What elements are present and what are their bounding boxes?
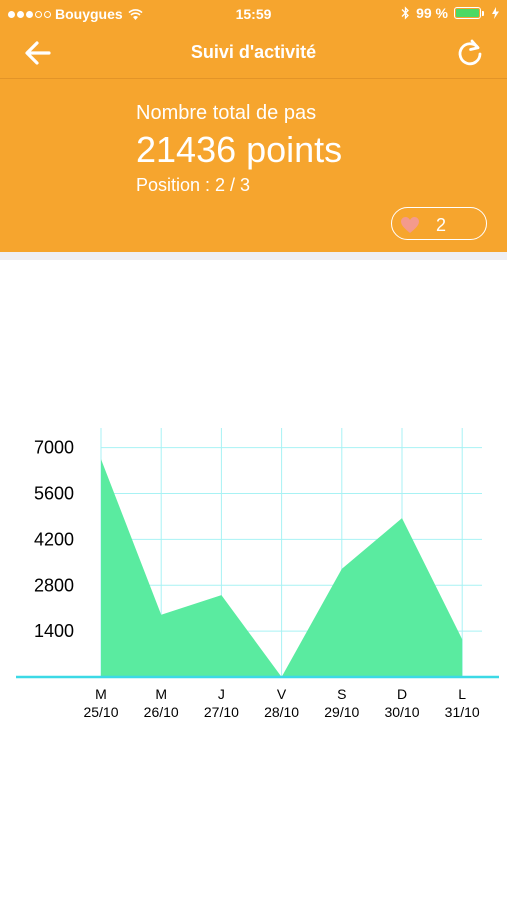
refresh-button[interactable] (455, 38, 485, 68)
battery-percent: 99 % (416, 5, 448, 21)
x-tick-day-label: J (218, 686, 225, 702)
x-tick-date-label: 26/10 (144, 704, 179, 720)
refresh-icon (458, 39, 482, 66)
x-tick-day-label: V (277, 686, 287, 702)
x-tick-date-label: 28/10 (264, 704, 299, 720)
heart-icon (401, 217, 419, 233)
y-tick-label: 5600 (34, 484, 74, 504)
x-tick-date-label: 29/10 (324, 704, 359, 720)
y-tick-label: 7000 (34, 438, 74, 458)
battery-icon (454, 7, 484, 19)
y-tick-label: 4200 (34, 529, 74, 549)
y-tick-label: 2800 (34, 575, 74, 595)
x-tick-date-label: 27/10 (204, 704, 239, 720)
x-tick-date-label: 31/10 (445, 704, 480, 720)
likes-count: 2 (436, 215, 447, 235)
y-tick-label: 1400 (34, 621, 74, 641)
total-steps-value: 21436 points (136, 129, 343, 170)
x-tick-day-label: S (337, 686, 346, 702)
x-tick-day-label: L (458, 686, 466, 702)
bluetooth-icon (401, 6, 409, 20)
charging-icon (492, 7, 499, 19)
x-tick-day-label: M (95, 686, 107, 702)
activity-header: Bouygues 15:59 99 % Suivi d'activité Nom… (0, 0, 507, 252)
status-right: 99 % (401, 5, 499, 21)
total-steps-label: Nombre total de pas (136, 102, 317, 124)
x-tick-date-label: 25/10 (83, 704, 118, 720)
status-bar: Bouygues 15:59 99 % (0, 0, 507, 28)
x-tick-day-label: D (397, 686, 407, 702)
x-tick-date-label: 30/10 (384, 704, 419, 720)
page-title: Suivi d'activité (190, 42, 317, 62)
likes-button[interactable]: 2 (391, 207, 487, 240)
section-separator (0, 252, 507, 260)
steps-area-chart: 1400 2800 4200 5600 7000 M 25/10 M 26/10 J 27/10 V 2… (16, 428, 499, 720)
ranking-position: Position : 2 / 3 (136, 175, 251, 195)
x-tick-day-label: M (155, 686, 167, 702)
steps-summary: Nombre total de pas 21436 points Positio… (136, 100, 342, 196)
nav-bar: Suivi d'activité (0, 28, 507, 79)
